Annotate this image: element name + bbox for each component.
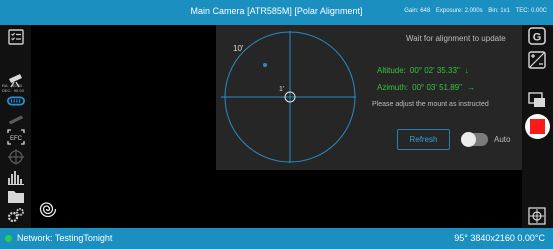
screen-overlay-icon[interactable] [528,92,546,108]
guide-scope-icon[interactable] [7,149,25,165]
mount-icon[interactable] [7,93,25,109]
app-logo-icon [38,199,58,219]
stop-square-icon [530,119,545,134]
exposure-readout: Exposure: 2.000s [435,8,483,14]
outer-scale-label: 10' [233,44,244,53]
auto-toggle[interactable] [461,132,488,147]
stop-capture-button[interactable] [525,114,550,139]
polar-alignment-panel: 10' 1' Wait for alignment to update Alti… [216,25,522,170]
histogram-icon[interactable] [7,169,25,185]
altitude-value: 00° 02' 35.33" [409,66,460,75]
auto-toggle-knob [461,132,476,147]
tec-readout: TEC: 0.00C [515,8,547,14]
resolution-readout: 95° 3840x2160 0.00°C [454,233,545,243]
status-bar: Network: TestingTonight 95° 3840x2160 0.… [0,228,553,249]
checklist-icon[interactable] [7,29,25,45]
right-toolbar: G [522,25,553,228]
top-bar: Main Camera [ATR585M] [Polar Alignment] … [0,0,553,25]
guide-g-icon[interactable]: G [528,27,546,45]
altitude-label: Altitude: [377,66,406,75]
altitude-arrow-icon: ↓ [464,66,469,75]
auto-label: Auto [494,135,511,144]
svg-text:G: G [533,32,542,44]
inner-scale-label: 1' [279,86,285,93]
azimuth-arrow-icon: → [466,83,475,92]
bin-readout: Bin: 1x1 [488,8,510,14]
altitude-row: Altitude: 00° 02' 35.33" ↓ [377,66,469,75]
exposure-adjust-icon[interactable] [528,51,546,69]
settings-icon[interactable] [7,207,25,223]
camera-stats: Gain: 648 Exposure: 2.000s Bin: 1x1 TEC:… [400,8,547,14]
azimuth-value: 00° 03' 51.89" [412,83,462,92]
svg-text:EFC: EFC [10,136,23,142]
refresh-button[interactable]: Refresh [397,129,450,150]
crosshair-icon[interactable] [528,207,546,225]
azimuth-row: Azimuth: 00° 03' 51.89" → [377,83,475,92]
folder-icon[interactable] [7,188,25,204]
left-toolbar: RA: 10.83 DEC: 90.93 EFC [0,25,31,228]
network-label[interactable]: Network: TestingTonight [17,233,112,243]
status-message: Wait for alignment to update [406,34,506,43]
alignment-star-point [263,63,267,67]
focuser-icon[interactable] [7,111,25,127]
efc-icon[interactable]: EFC [7,129,25,145]
instruction-text: Please adjust the mount as instructed [372,101,489,108]
network-status-dot [5,235,12,242]
gain-readout: Gain: 648 [404,8,431,14]
azimuth-label: Azimuth: [377,83,409,92]
telescope-icon[interactable] [7,72,25,88]
